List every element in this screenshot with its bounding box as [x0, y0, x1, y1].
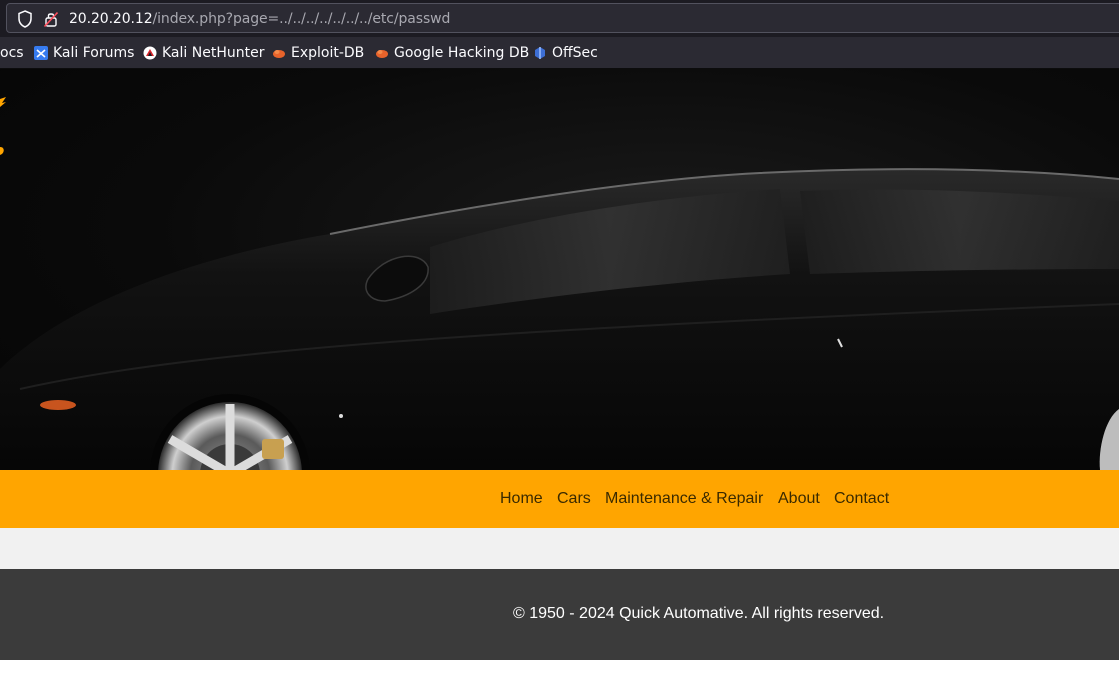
- offsec-icon: [535, 47, 545, 59]
- google-hacking-db-icon: [376, 50, 388, 58]
- exploit-db-icon: [273, 50, 285, 58]
- main-navbar: Home Cars Maintenance & Repair About Con…: [0, 470, 1119, 528]
- browser-toolbar: 20.20.20.12/index.php?page=../../../../.…: [0, 0, 1119, 37]
- nav-cars-link[interactable]: Cars: [557, 490, 591, 508]
- bookmark-label: OffSec: [552, 45, 598, 61]
- hero-banner: [0, 69, 1119, 470]
- bookmark-label: Kali NetHunter: [162, 45, 265, 61]
- kali-nethunter-icon: [143, 46, 157, 60]
- url-path: /index.php?page=../../../../../../../etc…: [152, 11, 451, 27]
- nav-maintenance-repair-link[interactable]: Maintenance & Repair: [605, 490, 763, 508]
- nav-home-link[interactable]: Home: [500, 490, 543, 508]
- kali-forums-icon: [34, 46, 48, 60]
- nav-about-link[interactable]: About: [778, 490, 820, 508]
- url-text[interactable]: 20.20.20.12/index.php?page=../../../../.…: [69, 10, 450, 28]
- bookmark-label: ocs: [0, 45, 24, 61]
- footer: © 1950 - 2024 Quick Automative. All righ…: [0, 569, 1119, 660]
- bookmark-label: Google Hacking DB: [394, 45, 530, 61]
- url-host: 20.20.20.12: [69, 11, 153, 27]
- shield-icon[interactable]: [17, 10, 33, 28]
- page-content-area: [0, 528, 1119, 569]
- bookmarks-toolbar: ocs Kali Forums Kali NetHunter Exploit-D…: [0, 37, 1119, 69]
- url-bar[interactable]: 20.20.20.12/index.php?page=../../../../.…: [6, 3, 1119, 33]
- nav-contact-link[interactable]: Contact: [834, 490, 889, 508]
- bookmark-label: Kali Forums: [53, 45, 135, 61]
- footer-copyright: © 1950 - 2024 Quick Automative. All righ…: [513, 605, 885, 622]
- bookmark-label: Exploit-DB: [291, 45, 365, 61]
- insecure-lock-icon[interactable]: [44, 11, 58, 27]
- black-sports-car-image: [0, 97, 1119, 470]
